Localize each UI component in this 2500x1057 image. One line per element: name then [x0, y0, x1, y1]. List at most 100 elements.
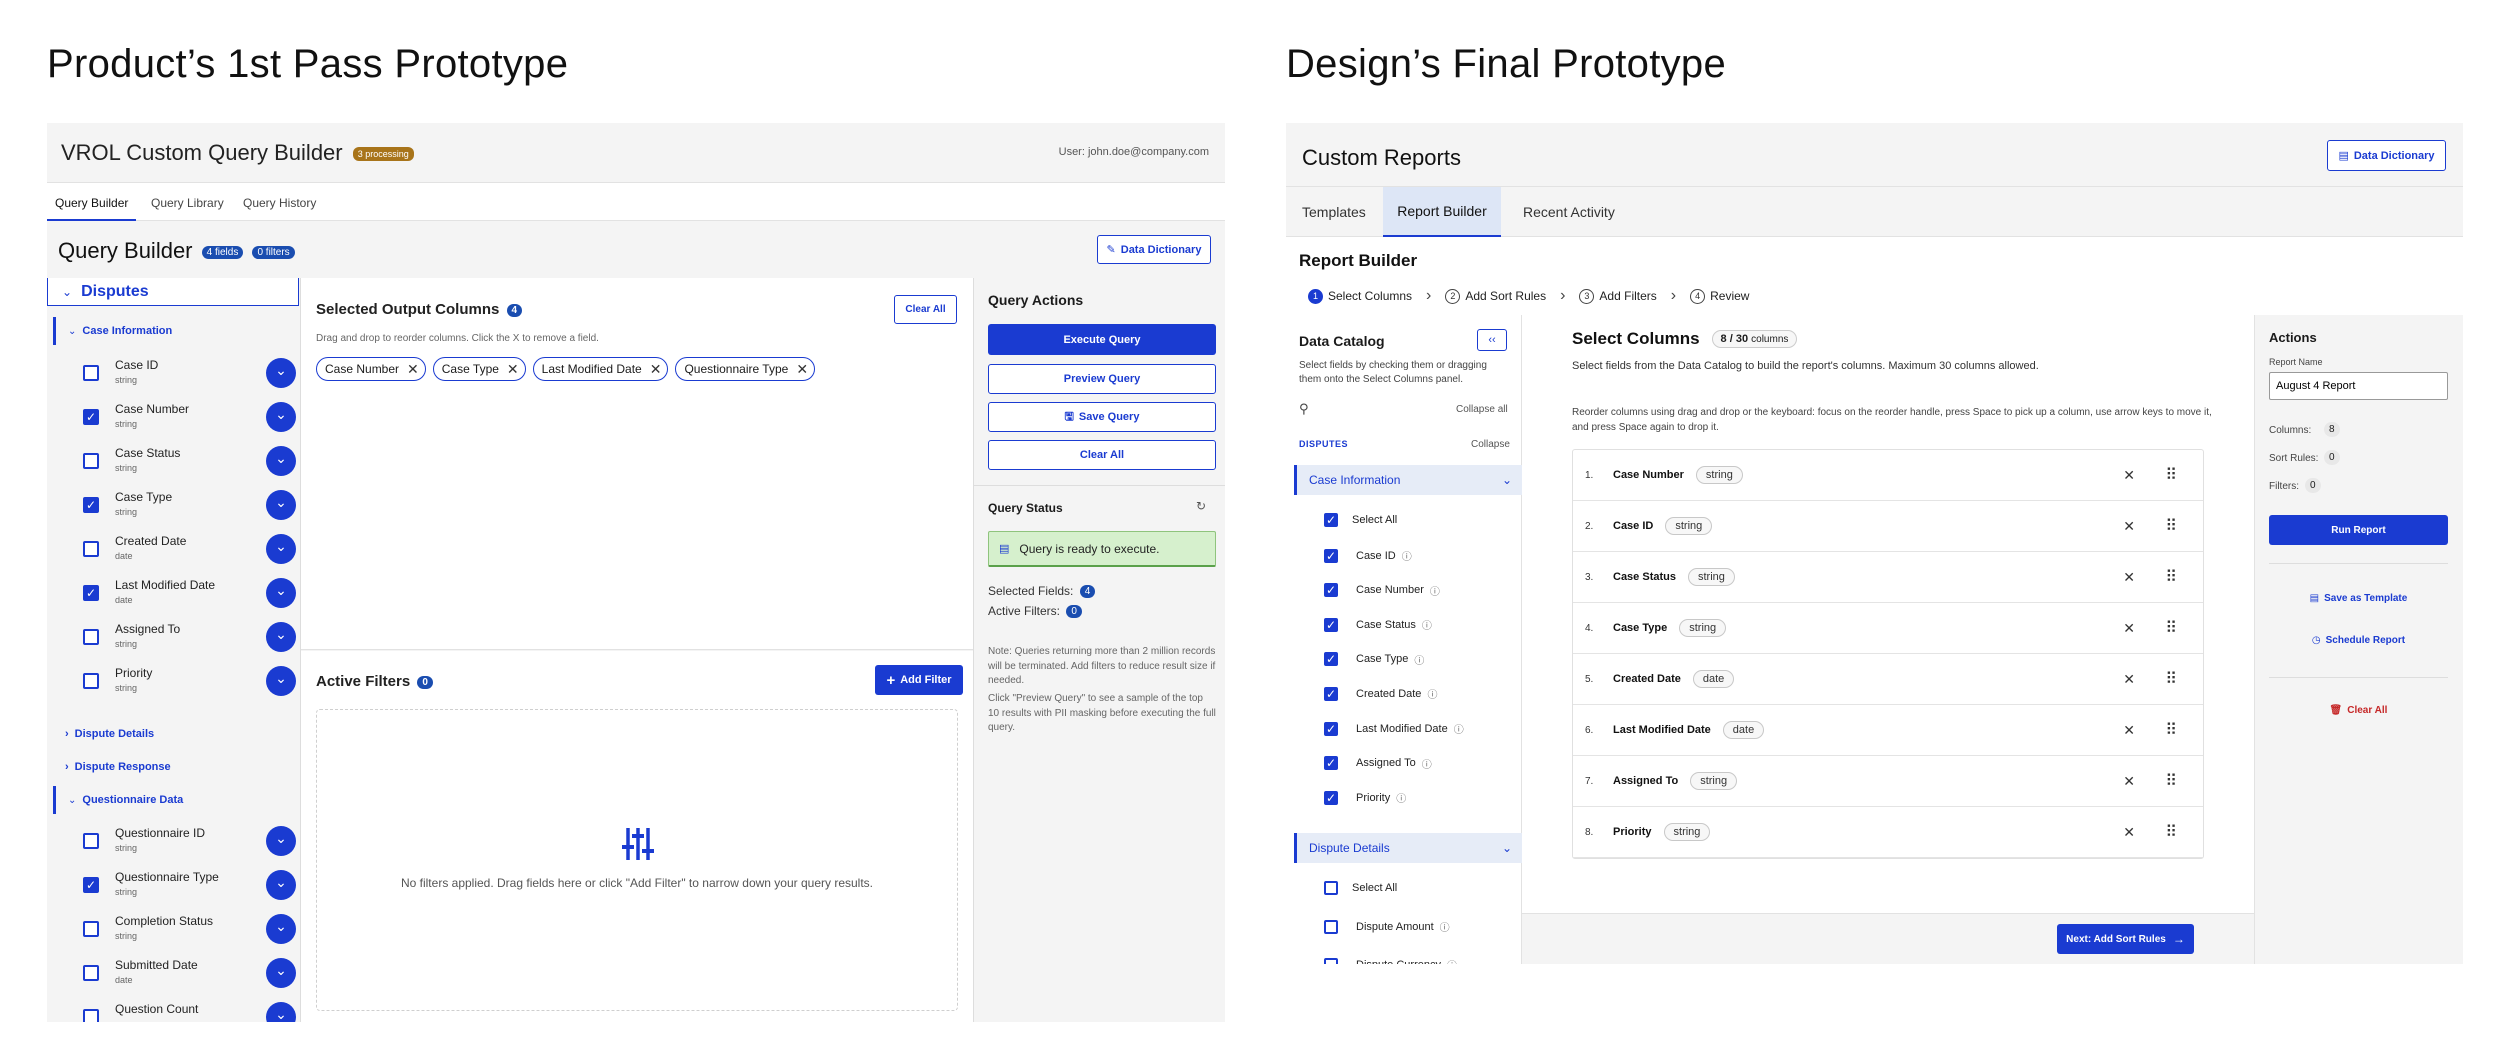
drag-handle-icon[interactable]: ⠿ [2165, 822, 2177, 842]
info-icon[interactable]: ⓘ [1440, 919, 1450, 934]
field-checkbox[interactable] [83, 541, 99, 557]
info-icon[interactable]: ⓘ [1427, 686, 1437, 701]
info-icon[interactable]: ⓘ [1402, 548, 1412, 563]
drag-handle-icon[interactable]: ⠿ [2165, 771, 2177, 791]
expand-field-button[interactable]: ⌄ [266, 446, 296, 476]
field-checkbox[interactable]: ✓ [1324, 548, 1338, 563]
refresh-icon[interactable]: ↻ [1196, 499, 1206, 513]
field-row[interactable]: ✓ Questionnaire Type string ⌄ [47, 865, 305, 909]
column-row[interactable]: 4. Case Type string ✕ ⠿ [1573, 603, 2203, 654]
column-row[interactable]: 1. Case Number string ✕ ⠿ [1573, 450, 2203, 501]
catalog-field-row[interactable]: ✓ Last Modified Date ⓘ [1324, 721, 1464, 736]
column-row[interactable]: 2. Case ID string ✕ ⠿ [1573, 501, 2203, 552]
field-row[interactable]: ✓ Case Number string ⌄ [47, 397, 305, 441]
field-row[interactable]: Questionnaire ID string ⌄ [47, 821, 305, 865]
schedule-report-link[interactable]: ◷ Schedule Report [2269, 635, 2448, 646]
field-row[interactable]: ✓ Last Modified Date date ⌄ [47, 573, 305, 617]
info-icon[interactable]: ⓘ [1422, 756, 1432, 771]
selected-column-chip[interactable]: Questionnaire Type ✕ [675, 357, 816, 381]
step-2[interactable]: 2 Add Sort Rules [1445, 288, 1546, 304]
expand-field-button[interactable]: ⌄ [266, 490, 296, 520]
run-report-button[interactable]: Run Report [2269, 515, 2448, 545]
tab-query-builder[interactable]: Query Builder [47, 183, 137, 221]
field-checkbox[interactable] [83, 921, 99, 937]
tab-report-builder[interactable]: Report Builder [1383, 187, 1501, 237]
expand-field-button[interactable]: ⌄ [266, 1002, 296, 1022]
selected-column-chip[interactable]: Case Number ✕ [316, 357, 426, 381]
field-checkbox[interactable]: ✓ [83, 409, 99, 425]
step-1[interactable]: 1 Select Columns [1308, 288, 1412, 304]
save-query-button[interactable]: 🖫 Save Query [988, 402, 1216, 432]
step-4[interactable]: 4 Review [1690, 288, 1749, 304]
column-row[interactable]: 3. Case Status string ✕ ⠿ [1573, 552, 2203, 603]
close-icon[interactable]: ✕ [2123, 518, 2135, 535]
field-checkbox[interactable]: ✓ [1324, 617, 1338, 632]
expand-field-button[interactable]: ⌄ [266, 578, 296, 608]
step-3[interactable]: 3 Add Filters [1579, 288, 1657, 304]
add-filter-button[interactable]: + Add Filter [875, 665, 963, 695]
dispute-response-section[interactable]: › Dispute Response [65, 761, 171, 773]
filter-drop-zone[interactable]: No filters applied. Drag fields here or … [316, 709, 958, 1011]
tab-query-history[interactable]: Query History [243, 196, 316, 210]
close-icon[interactable]: ✕ [507, 361, 519, 378]
tab-templates[interactable]: Templates [1302, 204, 1366, 220]
collapse-all-link[interactable]: Collapse all [1456, 404, 1508, 415]
field-checkbox[interactable]: ✓ [1324, 686, 1338, 701]
field-checkbox[interactable] [1324, 919, 1338, 934]
expand-field-button[interactable]: ⌄ [266, 870, 296, 900]
case-information-section[interactable]: ⌄ Case Information [53, 317, 299, 345]
field-row[interactable]: Case Status string ⌄ [47, 441, 305, 485]
field-checkbox[interactable]: ✓ [83, 585, 99, 601]
drag-handle-icon[interactable]: ⠿ [2165, 618, 2177, 638]
info-icon[interactable]: ⓘ [1396, 790, 1406, 805]
field-checkbox[interactable] [1324, 957, 1338, 964]
close-icon[interactable]: ✕ [650, 361, 662, 378]
close-icon[interactable]: ✕ [2123, 722, 2135, 739]
expand-field-button[interactable]: ⌄ [266, 402, 296, 432]
close-icon[interactable]: ✕ [2123, 569, 2135, 586]
field-row[interactable]: Completion Status string ⌄ [47, 909, 305, 953]
column-row[interactable]: 5. Created Date date ✕ ⠿ [1573, 654, 2203, 705]
field-checkbox[interactable] [83, 1009, 99, 1022]
dispute-details-section[interactable]: Dispute Details ⌄ [1294, 833, 1522, 863]
close-icon[interactable]: ✕ [2123, 824, 2135, 841]
drag-handle-icon[interactable]: ⠿ [2165, 567, 2177, 587]
field-checkbox[interactable]: ✓ [83, 497, 99, 513]
column-row[interactable]: 7. Assigned To string ✕ ⠿ [1573, 756, 2203, 807]
expand-field-button[interactable]: ⌄ [266, 826, 296, 856]
catalog-field-row[interactable]: ✓ Assigned To ⓘ [1324, 756, 1432, 771]
select-all-checkbox[interactable]: ✓ [1324, 513, 1338, 527]
field-row[interactable]: Assigned To string ⌄ [47, 617, 305, 661]
field-checkbox[interactable] [1324, 881, 1338, 895]
expand-field-button[interactable]: ⌄ [266, 666, 296, 696]
clear-all-query-button[interactable]: Clear All [988, 440, 1216, 470]
tab-recent-activity[interactable]: Recent Activity [1523, 204, 1615, 220]
field-checkbox[interactable]: ✓ [1324, 756, 1338, 771]
selected-column-chip[interactable]: Case Type ✕ [432, 357, 526, 381]
catalog-field-row[interactable]: Dispute Amount ⓘ [1324, 919, 1450, 934]
field-checkbox[interactable]: ✓ [83, 877, 99, 893]
expand-field-button[interactable]: ⌄ [266, 622, 296, 652]
report-name-input[interactable] [2269, 372, 2448, 400]
field-checkbox[interactable]: ✓ [1324, 652, 1338, 667]
field-checkbox[interactable] [83, 833, 99, 849]
field-row[interactable]: Created Date date ⌄ [47, 529, 305, 573]
catalog-field-row[interactable]: ✓ Case Status ⓘ [1324, 617, 1432, 632]
info-icon[interactable]: ⓘ [1422, 617, 1432, 632]
drag-handle-icon[interactable]: ⠿ [2165, 669, 2177, 689]
data-dictionary-button[interactable]: ▤ Data Dictionary [2327, 140, 2446, 171]
catalog-field-row[interactable]: ✓ Created Date ⓘ [1324, 686, 1437, 701]
column-row[interactable]: 6. Last Modified Date date ✕ ⠿ [1573, 705, 2203, 756]
field-row[interactable]: Question Count ⌄ [47, 997, 305, 1022]
case-information-section[interactable]: Case Information ⌄ [1294, 465, 1522, 495]
field-checkbox[interactable]: ✓ [1324, 583, 1338, 598]
drag-handle-icon[interactable]: ⠿ [2165, 720, 2177, 740]
dispute-details-section[interactable]: › Dispute Details [65, 728, 154, 740]
catalog-field-row[interactable]: Dispute Currency ⓘ [1324, 957, 1457, 964]
info-icon[interactable]: ⓘ [1447, 957, 1457, 964]
disputes-group[interactable]: ⌄ Disputes [47, 278, 299, 306]
selected-column-chip[interactable]: Last Modified Date ✕ [532, 357, 669, 381]
collapse-link[interactable]: Collapse [1471, 439, 1510, 450]
field-checkbox[interactable] [83, 629, 99, 645]
close-icon[interactable]: ✕ [2123, 467, 2135, 484]
